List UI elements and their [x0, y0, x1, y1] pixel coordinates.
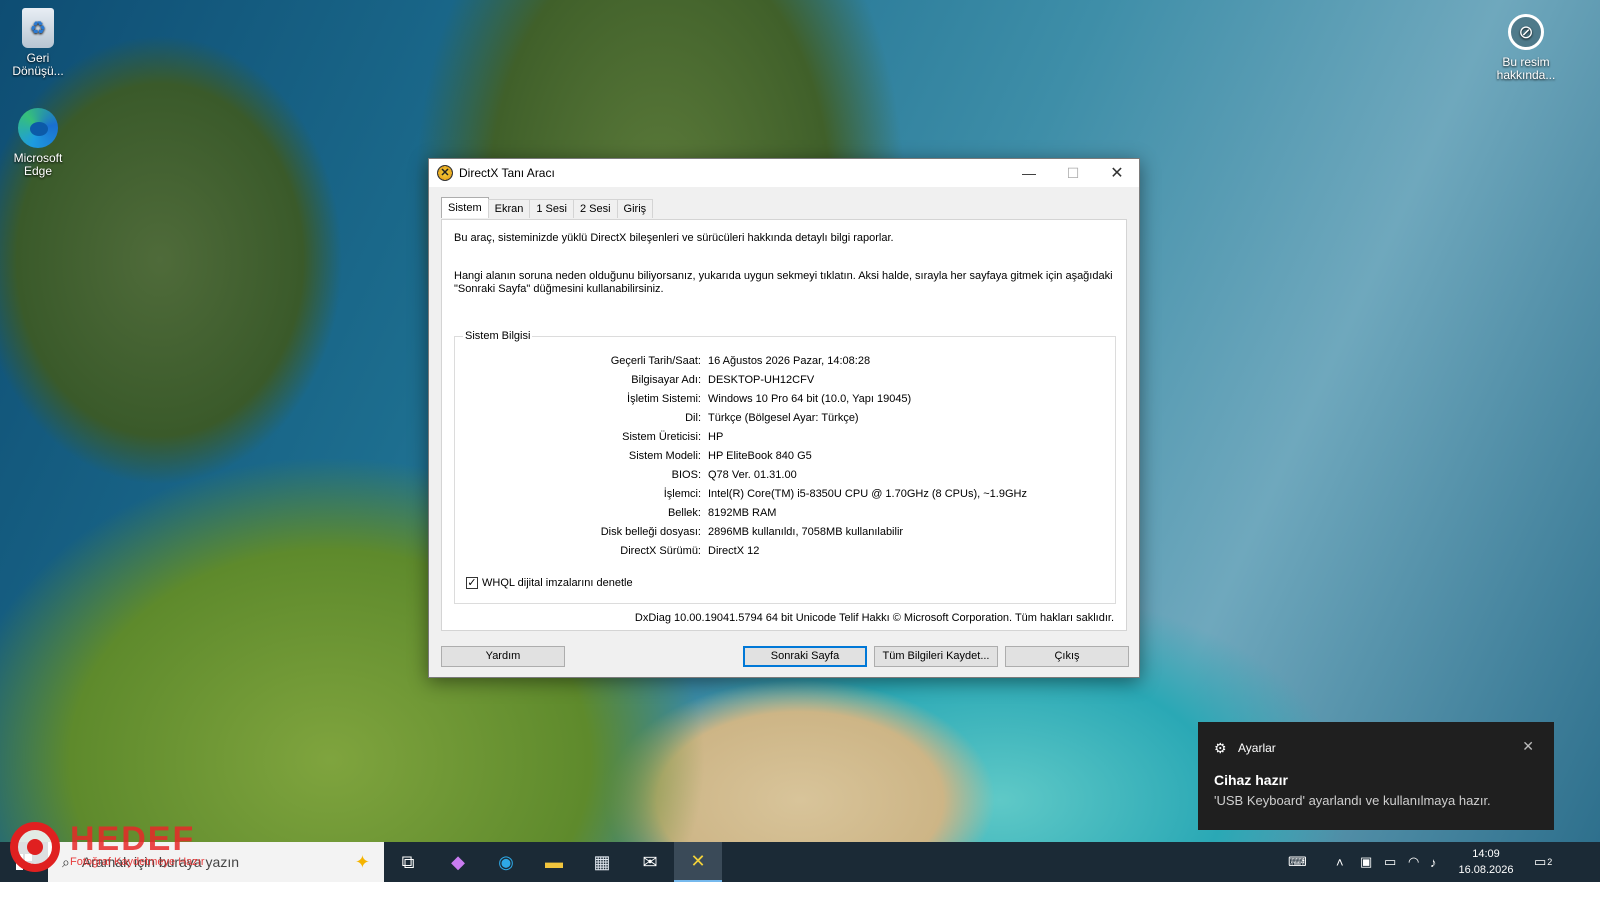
system-info-group: Sistem Bilgisi Geçerli Tarih/Saat: 16 Ağ… — [454, 330, 1116, 604]
mail-icon[interactable]: ✉ — [626, 842, 674, 882]
system-tab-panel: Bu araç, sisteminizde yüklü DirectX bile… — [441, 219, 1127, 631]
watermark-brand: HEDEF — [70, 820, 196, 858]
taskbar: ⌕ Aramak için buraya yazın ✦ ⧉ ◆ ◉ ▬ ▦ ✉… — [0, 842, 1600, 882]
info-value: 8192MB RAM — [708, 507, 777, 519]
info-icon: ⊘ — [1508, 14, 1544, 50]
desktop-icon-label: Geri Dönüşü... — [12, 51, 64, 78]
next-page-button[interactable]: Sonraki Sayfa — [743, 646, 867, 667]
clock-date: 16.08.2026 — [1458, 864, 1514, 876]
whql-checkbox[interactable]: ✓ — [466, 577, 478, 589]
desktop-icon-label: Microsoft Edge — [13, 151, 63, 178]
info-label: BIOS: — [671, 469, 701, 481]
info-value: DESKTOP-UH12CFV — [708, 374, 815, 386]
directx-app-icon: ✕ — [437, 165, 453, 181]
taskbar-clock[interactable]: 14:09 16.08.2026 — [1450, 846, 1522, 878]
info-label: DirectX Sürümü: — [620, 545, 701, 557]
store-icon[interactable]: ▦ — [578, 842, 626, 882]
close-icon[interactable]: ✕ — [1522, 738, 1534, 755]
desktop-icon-about-image[interactable]: ⊘ Bu resim hakkında... — [1488, 12, 1564, 82]
battery-icon[interactable]: ▭ — [1384, 842, 1396, 882]
file-explorer-icon[interactable]: ▬ — [530, 842, 578, 882]
info-row-os: İşletim Sistemi: Windows 10 Pro 64 bit (… — [455, 393, 1115, 409]
info-value: 16 Ağustos 2026 Pazar, 14:08:28 — [708, 355, 871, 367]
info-label: Dil: — [685, 412, 701, 424]
instructions-text: Hangi alanın soruna neden olduğunu biliy… — [454, 270, 1113, 295]
recycle-bin-icon: ♻ — [22, 8, 54, 48]
info-value: DirectX 12 — [708, 545, 760, 557]
info-value: Intel(R) Core(TM) i5-8350U CPU @ 1.70GHz… — [708, 488, 1027, 500]
tab-sistem[interactable]: Sistem — [441, 197, 489, 218]
tab-ses-1[interactable]: 1 Sesi — [529, 199, 574, 218]
wifi-icon[interactable]: ◠ — [1408, 842, 1419, 882]
search-highlight-icon[interactable]: ✦ — [355, 852, 370, 873]
meet-now-icon[interactable]: ▣ — [1360, 842, 1372, 882]
copyright-text: DxDiag 10.00.19041.5794 64 bit Unicode T… — [634, 612, 1114, 624]
window-title: DirectX Tanı Aracı — [459, 166, 555, 180]
whql-checkbox-row[interactable]: ✓ WHQL dijital imzalarını denetle — [466, 577, 633, 589]
volume-icon[interactable]: ♪ — [1430, 842, 1437, 882]
gear-icon: ⚙ — [1214, 740, 1227, 756]
info-label: Sistem Üreticisi: — [622, 431, 701, 443]
info-value: 2896MB kullanıldı, 7058MB kullanılabilir — [708, 526, 904, 538]
notification-toast[interactable]: ⚙ Ayarlar ✕ Cihaz hazır 'USB Keyboard' a… — [1198, 722, 1554, 830]
info-row-datetime: Geçerli Tarih/Saat: 16 Ağustos 2026 Paza… — [455, 355, 1115, 371]
info-label: Bilgisayar Adı: — [631, 374, 701, 386]
directx-diagnostic-window: ✕ DirectX Tanı Aracı — ☐ ✕ Sistem Ekran … — [428, 158, 1140, 678]
minimize-button[interactable]: — — [1007, 159, 1051, 187]
tab-ses-2[interactable]: 2 Sesi — [572, 199, 618, 218]
notification-count: 2 — [1547, 857, 1553, 867]
info-label: Sistem Modeli: — [628, 450, 701, 462]
info-row-memory: Bellek: 8192MB RAM — [455, 507, 1115, 523]
desktop-icon-label: Bu resim hakkında... — [1496, 55, 1556, 82]
info-label: İşletim Sistemi: — [627, 393, 701, 405]
info-label: Disk belleği dosyası: — [600, 526, 701, 538]
tab-giris[interactable]: Giriş — [616, 199, 654, 218]
info-value: Windows 10 Pro 64 bit (10.0, Yapı 19045) — [708, 393, 912, 405]
intro-text: Bu araç, sisteminizde yüklü DirectX bile… — [454, 232, 894, 244]
desktop-icon-recycle-bin[interactable]: ♻ Geri Dönüşü... — [0, 8, 76, 78]
info-row-computer-name: Bilgisayar Adı: DESKTOP-UH12CFV — [455, 374, 1115, 390]
edge-taskbar-icon[interactable]: ◉ — [482, 842, 530, 882]
toast-heading: Cihaz hazır — [1214, 772, 1288, 788]
save-all-info-button[interactable]: Tüm Bilgileri Kaydet... — [874, 646, 998, 667]
info-value: Türkçe (Bölgesel Ayar: Türkçe) — [708, 412, 859, 424]
info-row-page-file: Disk belleği dosyası: 2896MB kullanıldı,… — [455, 526, 1115, 542]
close-button[interactable]: ✕ — [1095, 159, 1139, 187]
info-label: Geçerli Tarih/Saat: — [610, 355, 701, 367]
directx-taskbar-icon[interactable]: ✕ — [674, 842, 722, 882]
info-row-manufacturer: Sistem Üreticisi: HP — [455, 431, 1115, 447]
help-button[interactable]: Yardım — [441, 646, 565, 667]
info-value: Q78 Ver. 01.31.00 — [708, 469, 797, 481]
info-value: HP EliteBook 840 G5 — [708, 450, 812, 462]
toast-app-name: Ayarlar — [1238, 741, 1276, 755]
keyboard-layout-icon[interactable]: ⌨ — [1288, 842, 1307, 882]
tab-ekran[interactable]: Ekran — [487, 199, 531, 218]
hedef-logo-icon — [10, 822, 60, 872]
task-view-icon[interactable]: ⧉ — [384, 842, 432, 882]
exit-button[interactable]: Çıkış — [1005, 646, 1129, 667]
info-row-bios: BIOS: Q78 Ver. 01.31.00 — [455, 469, 1115, 485]
copilot-icon[interactable]: ◆ — [434, 842, 482, 882]
info-value: HP — [708, 431, 724, 443]
info-row-directx-version: DirectX Sürümü: DirectX 12 — [455, 545, 1115, 561]
maximize-button[interactable]: ☐ — [1051, 159, 1095, 187]
whql-label: WHQL dijital imzalarını denetle — [482, 577, 633, 589]
info-row-language: Dil: Türkçe (Bölgesel Ayar: Türkçe) — [455, 412, 1115, 428]
info-row-processor: İşlemci: Intel(R) Core(TM) i5-8350U CPU … — [455, 488, 1115, 504]
tab-bar: Sistem Ekran 1 Sesi 2 Sesi Giriş — [441, 197, 654, 219]
edge-icon — [18, 108, 58, 148]
notification-center-icon[interactable]: ▭ 2 — [1534, 842, 1552, 882]
info-label: İşlemci: — [663, 488, 701, 500]
title-bar[interactable]: ✕ DirectX Tanı Aracı — ☐ ✕ — [429, 159, 1139, 187]
desktop-icon-edge[interactable]: Microsoft Edge — [0, 108, 76, 178]
toast-body: 'USB Keyboard' ayarlandı ve kullanılmaya… — [1214, 793, 1491, 808]
group-title: Sistem Bilgisi — [463, 330, 533, 342]
clock-time: 14:09 — [1472, 848, 1500, 860]
info-row-model: Sistem Modeli: HP EliteBook 840 G5 — [455, 450, 1115, 466]
watermark-subtitle: Fotoğraf Kaydetmeye Hazır — [70, 856, 205, 868]
chevron-up-icon[interactable]: ˄ — [1336, 842, 1344, 882]
info-label: Bellek: — [667, 507, 701, 519]
hedef-watermark: HEDEF Fotoğraf Kaydetmeye Hazır — [8, 818, 218, 878]
